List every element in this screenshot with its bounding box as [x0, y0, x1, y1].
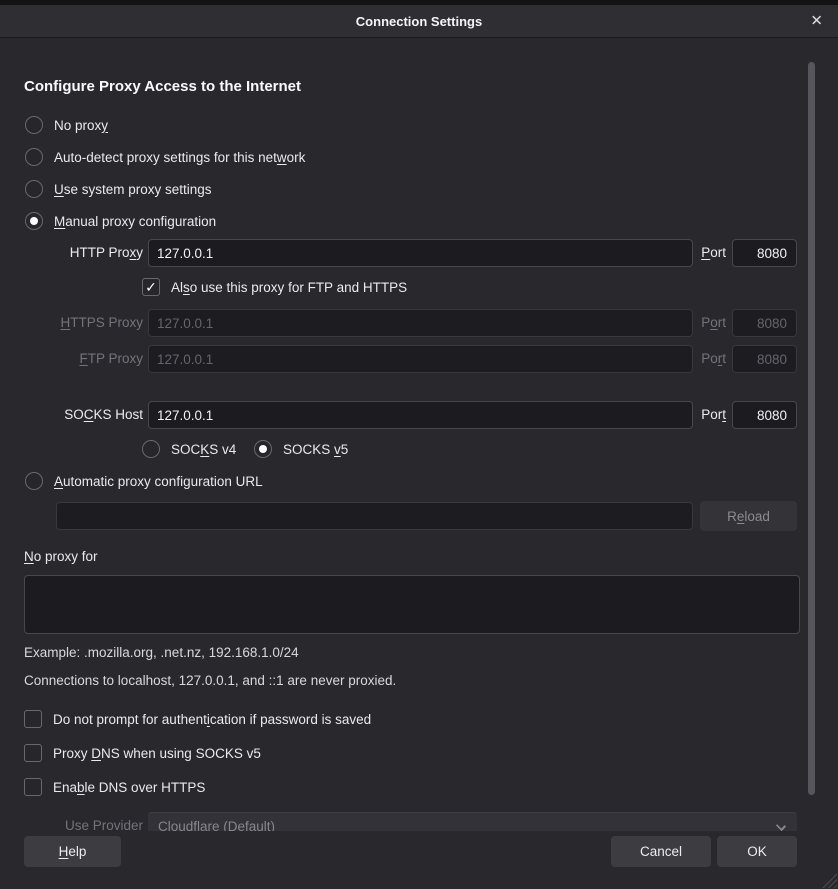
titlebar: Connection Settings ✕ — [0, 5, 838, 38]
radio-row-socks-v4[interactable]: SOCKS v4 — [142, 440, 236, 458]
radio-row-no-proxy[interactable]: No proxy — [25, 116, 108, 134]
http-proxy-label: HTTP Proxy — [24, 239, 143, 267]
resize-grip[interactable] — [819, 870, 837, 888]
socks-host-label: SOCKS Host — [24, 401, 143, 429]
no-prompt-auth-checkbox[interactable]: ✓ — [24, 710, 42, 728]
provider-select-value: Cloudflare (Default) — [158, 819, 275, 831]
dialog-footer: Help Cancel OK — [0, 831, 838, 889]
https-port-input[interactable] — [732, 309, 797, 337]
socks-host-input[interactable] — [148, 401, 693, 429]
manual-proxy-label: Manual proxy configuration — [54, 214, 216, 229]
radio-row-manual-proxy[interactable]: Manual proxy configuration — [25, 212, 216, 230]
socks-v5-radio[interactable] — [254, 440, 272, 458]
https-proxy-input[interactable] — [148, 309, 693, 337]
also-use-proxy-label: Also use this proxy for FTP and HTTPS — [171, 280, 407, 295]
provider-select[interactable]: Cloudflare (Default) — [148, 812, 797, 831]
auto-url-radio[interactable] — [25, 472, 43, 490]
https-proxy-label: HTTPS Proxy — [24, 309, 143, 337]
ftp-proxy-input[interactable] — [148, 345, 693, 373]
https-port-label: Port — [660, 309, 726, 337]
radio-row-socks-v5[interactable]: SOCKS v5 — [254, 440, 348, 458]
doh-label: Enable DNS over HTTPS — [53, 780, 205, 795]
socks-v5-label: SOCKS v5 — [283, 442, 348, 457]
http-proxy-input[interactable] — [148, 239, 693, 267]
checkbox-row-no-prompt-auth[interactable]: ✓ Do not prompt for authentication if pa… — [24, 710, 371, 728]
no-proxy-for-label: No proxy for — [24, 549, 98, 564]
help-button[interactable]: Help — [24, 836, 121, 867]
ftp-port-label: Port — [660, 345, 726, 373]
no-proxy-for-textarea[interactable] — [24, 575, 800, 634]
reload-button[interactable]: Reload — [700, 501, 797, 531]
page-title: Configure Proxy Access to the Internet — [24, 78, 301, 95]
no-proxy-radio[interactable] — [25, 116, 43, 134]
auto-detect-radio[interactable] — [25, 148, 43, 166]
radio-row-system-proxy[interactable]: Use system proxy settings — [25, 180, 212, 198]
auto-detect-label: Auto-detect proxy settings for this netw… — [54, 150, 305, 165]
dialog-content: Configure Proxy Access to the Internet N… — [0, 38, 838, 831]
http-port-input[interactable] — [732, 239, 797, 267]
no-proxy-label: No proxy — [54, 118, 108, 133]
socks-port-label: Port — [660, 401, 726, 429]
auto-url-label: Automatic proxy configuration URL — [54, 474, 263, 489]
proxy-dns-label: Proxy DNS when using SOCKS v5 — [53, 746, 261, 761]
use-provider-label: Use Provider — [24, 812, 143, 831]
ftp-port-input[interactable] — [732, 345, 797, 373]
checkbox-row-doh[interactable]: ✓ Enable DNS over HTTPS — [24, 778, 205, 796]
system-proxy-radio[interactable] — [25, 180, 43, 198]
scrollbar-thumb[interactable] — [808, 62, 815, 795]
close-icon[interactable]: ✕ — [806, 12, 827, 31]
check-icon: ✓ — [145, 279, 157, 295]
socks-v4-radio[interactable] — [142, 440, 160, 458]
proxy-dns-checkbox[interactable]: ✓ — [24, 744, 42, 762]
checkbox-row-proxy-dns[interactable]: ✓ Proxy DNS when using SOCKS v5 — [24, 744, 261, 762]
chevron-down-icon — [776, 821, 786, 831]
radio-row-auto-detect[interactable]: Auto-detect proxy settings for this netw… — [25, 148, 305, 166]
radio-row-auto-url[interactable]: Automatic proxy configuration URL — [25, 472, 263, 490]
cancel-button[interactable]: Cancel — [611, 836, 711, 867]
system-proxy-label: Use system proxy settings — [54, 182, 212, 197]
no-proxy-note-text: Connections to localhost, 127.0.0.1, and… — [24, 673, 396, 688]
http-port-label: Port — [660, 239, 726, 267]
doh-checkbox[interactable]: ✓ — [24, 778, 42, 796]
no-prompt-auth-label: Do not prompt for authentication if pass… — [53, 712, 371, 727]
auto-url-input[interactable] — [56, 502, 693, 530]
also-use-proxy-row[interactable]: ✓ Also use this proxy for FTP and HTTPS — [142, 278, 407, 296]
socks-v4-label: SOCKS v4 — [171, 442, 236, 457]
socks-port-input[interactable] — [732, 401, 797, 429]
window-title: Connection Settings — [356, 14, 482, 29]
no-proxy-example-text: Example: .mozilla.org, .net.nz, 192.168.… — [24, 645, 299, 660]
manual-proxy-radio[interactable] — [25, 212, 43, 230]
ok-button[interactable]: OK — [717, 836, 797, 867]
also-use-proxy-checkbox[interactable]: ✓ — [142, 278, 160, 296]
ftp-proxy-label: FTP Proxy — [24, 345, 143, 373]
